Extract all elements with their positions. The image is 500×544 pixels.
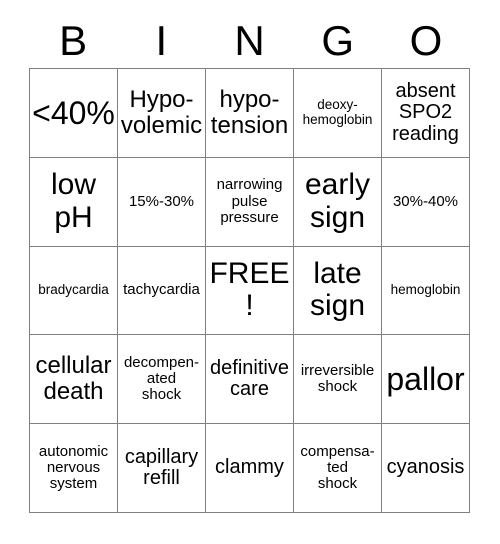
bingo-cell-label: irreversible shock: [300, 362, 375, 396]
bingo-cell-label: absent SPO2 reading: [392, 79, 459, 145]
bingo-cell-r1c4[interactable]: deoxy- hemoglobin: [294, 69, 382, 158]
bingo-cell-label: low pH: [50, 168, 96, 234]
header-letter-i: I: [155, 17, 168, 64]
bingo-cell-r2c2[interactable]: 15%-30%: [118, 157, 206, 247]
bingo-cell-label: decompen- ated shock: [123, 354, 200, 404]
bingo-cell-label: deoxy- hemoglobin: [302, 97, 373, 127]
header-letter-o: O: [409, 17, 443, 64]
bingo-cell-label: late sign: [309, 257, 366, 323]
bingo-cell-r3c4[interactable]: late sign: [294, 246, 382, 336]
header-letter-b: B: [59, 17, 88, 64]
bingo-cell-r4c1[interactable]: cellular death: [30, 335, 118, 425]
bingo-cell-r4c2[interactable]: decompen- ated shock: [118, 335, 206, 425]
bingo-cell-label: definitive care: [210, 356, 289, 401]
bingo-cell-label: narrowing pulse pressure: [216, 176, 283, 226]
bingo-cell-label: <40%: [32, 94, 115, 131]
bingo-cell-r5c5[interactable]: cyanosis: [382, 424, 470, 513]
bingo-cell-r1c5[interactable]: absent SPO2 reading: [382, 69, 470, 158]
bingo-cell-label: hemoglobin: [390, 282, 461, 298]
bingo-cell-label: FREE!: [209, 257, 290, 323]
bingo-cell-r1c3[interactable]: hypo- tension: [206, 69, 294, 158]
bingo-cell-r3c2[interactable]: tachycardia: [118, 246, 206, 336]
bingo-cell-label: early sign: [304, 168, 371, 234]
bingo-cell-label: hypo- tension: [210, 85, 289, 139]
bingo-cell-r5c2[interactable]: capillary refill: [118, 424, 206, 513]
bingo-header: B I N G O: [29, 14, 470, 68]
bingo-cell-label: autonomic nervous system: [38, 442, 109, 493]
bingo-cell-r2c5[interactable]: 30%-40%: [382, 157, 470, 247]
bingo-cell-label: cellular death: [35, 352, 112, 406]
header-letter-n: N: [234, 17, 265, 64]
bingo-cell-free-space[interactable]: FREE!: [206, 246, 294, 336]
bingo-cell-r1c2[interactable]: Hypo- volemic: [118, 69, 206, 158]
bingo-cell-r2c1[interactable]: low pH: [30, 157, 118, 247]
bingo-cell-r3c1[interactable]: bradycardia: [30, 246, 118, 336]
bingo-cell-label: 15%-30%: [128, 192, 195, 210]
bingo-cell-label: clammy: [215, 456, 284, 479]
bingo-cell-r4c3[interactable]: definitive care: [206, 335, 294, 425]
bingo-cell-r5c4[interactable]: compensa- ted shock: [294, 424, 382, 513]
bingo-cell-r1c1[interactable]: <40%: [30, 69, 118, 158]
bingo-cell-r2c3[interactable]: narrowing pulse pressure: [206, 157, 294, 247]
header-letter-g: G: [321, 17, 355, 64]
bingo-cell-r3c5[interactable]: hemoglobin: [382, 246, 470, 336]
bingo-grid: <40% Hypo- volemic hypo- tension deoxy- …: [29, 68, 470, 513]
bingo-cell-r4c4[interactable]: irreversible shock: [294, 335, 382, 425]
bingo-cell-r2c4[interactable]: early sign: [294, 157, 382, 247]
bingo-cell-label: pallor: [386, 361, 465, 398]
bingo-cell-label: capillary refill: [124, 445, 199, 490]
bingo-card: B I N G O <40% Hypo- volemic hypo- tensi…: [0, 0, 500, 544]
bingo-cell-label: bradycardia: [38, 282, 109, 298]
bingo-cell-label: Hypo- volemic: [120, 85, 203, 139]
bingo-cell-r5c3[interactable]: clammy: [206, 424, 294, 513]
bingo-cell-label: cyanosis: [386, 456, 465, 479]
bingo-cell-label: tachycardia: [123, 281, 200, 299]
bingo-cell-r4c5[interactable]: pallor: [382, 335, 470, 425]
bingo-cell-label: 30%-40%: [392, 192, 459, 210]
bingo-cell-r5c1[interactable]: autonomic nervous system: [30, 424, 118, 513]
bingo-cell-label: compensa- ted shock: [300, 442, 375, 493]
